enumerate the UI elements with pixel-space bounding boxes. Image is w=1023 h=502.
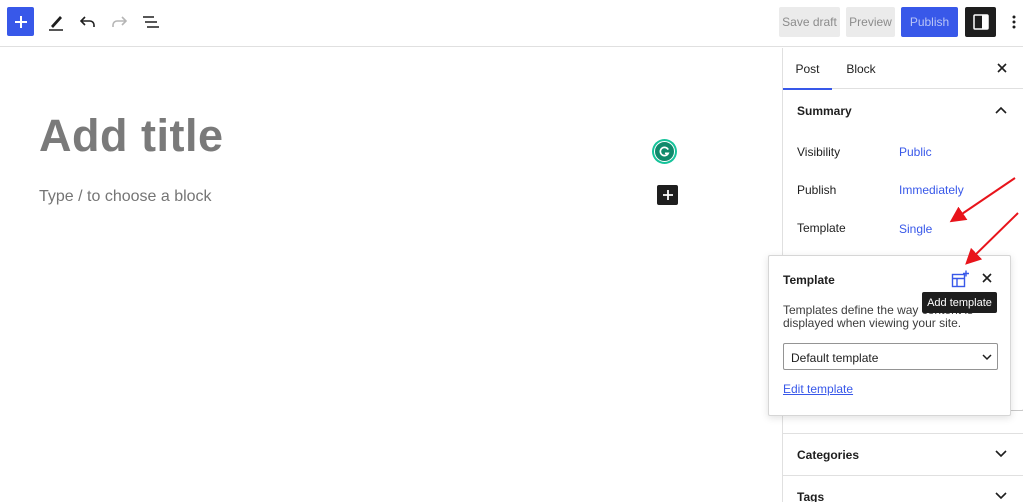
visibility-label: Visibility [797, 145, 841, 159]
post-title-input[interactable]: Add title [39, 110, 223, 162]
sidebar-toggle-icon [972, 14, 989, 30]
grammarly-g-icon [659, 146, 670, 157]
plus-icon [662, 190, 673, 200]
publish-date-button[interactable]: Immediately [899, 183, 964, 197]
tags-panel-title[interactable]: Tags [797, 490, 824, 502]
redo-icon [112, 16, 127, 27]
template-label: Template [797, 221, 846, 235]
publish-label: Publish [797, 183, 837, 197]
grammarly-badge [654, 141, 675, 162]
tab-post[interactable]: Post [783, 48, 832, 90]
grammarly-icon[interactable] [652, 139, 677, 164]
options-menu-button[interactable] [1006, 7, 1022, 37]
sidebar-tabs: Post Block [783, 48, 1023, 90]
close-icon [982, 273, 992, 283]
save-draft-button[interactable]: Save draft [779, 7, 840, 37]
block-inserter-button[interactable] [7, 7, 34, 36]
chevron-down-icon [980, 350, 994, 364]
chevron-down-icon [993, 488, 1009, 502]
summary-title: Summary [797, 104, 852, 118]
divider [783, 475, 1023, 476]
list-view-icon [143, 16, 159, 28]
add-template-button[interactable] [950, 269, 970, 289]
template-select[interactable]: Default template [783, 343, 998, 370]
close-icon [997, 63, 1007, 73]
template-select-value: Default template [791, 351, 879, 365]
chevron-down-icon [993, 446, 1009, 462]
undo-icon [80, 16, 95, 27]
settings-toggle-button[interactable] [965, 7, 996, 37]
chevron-up-icon [993, 102, 1009, 118]
add-template-icon [951, 270, 969, 288]
plus-icon [14, 15, 27, 28]
pencil-icon [49, 16, 63, 31]
undo-button[interactable] [74, 7, 102, 37]
publish-button[interactable]: Publish [901, 7, 958, 37]
redo-button[interactable] [105, 7, 133, 37]
kebab-menu-icon [1012, 15, 1016, 29]
list-view-button[interactable] [137, 7, 165, 37]
categories-panel-title[interactable]: Categories [797, 448, 859, 462]
template-popover: Template Templates define the way conten… [768, 255, 1011, 416]
tools-button[interactable] [42, 7, 70, 37]
preview-button[interactable]: Preview [846, 7, 895, 37]
add-template-tooltip: Add template [922, 292, 997, 313]
summary-panel-header[interactable]: Summary [783, 90, 1023, 130]
close-popover-button[interactable] [979, 270, 995, 286]
close-sidebar-button[interactable] [993, 59, 1011, 77]
block-placeholder[interactable]: Type / to choose a block [39, 188, 212, 206]
editor-canvas: Add title Type / to choose a block [0, 48, 782, 502]
visibility-value-button[interactable]: Public [899, 145, 932, 159]
template-value-button[interactable]: Single [899, 222, 932, 236]
divider [783, 433, 1023, 434]
add-block-button[interactable] [657, 185, 678, 205]
edit-template-link[interactable]: Edit template [783, 382, 853, 396]
tab-block[interactable]: Block [839, 48, 883, 89]
popover-title: Template [783, 273, 835, 287]
editor-toolbar: Save draft Preview Publish [0, 0, 1023, 47]
